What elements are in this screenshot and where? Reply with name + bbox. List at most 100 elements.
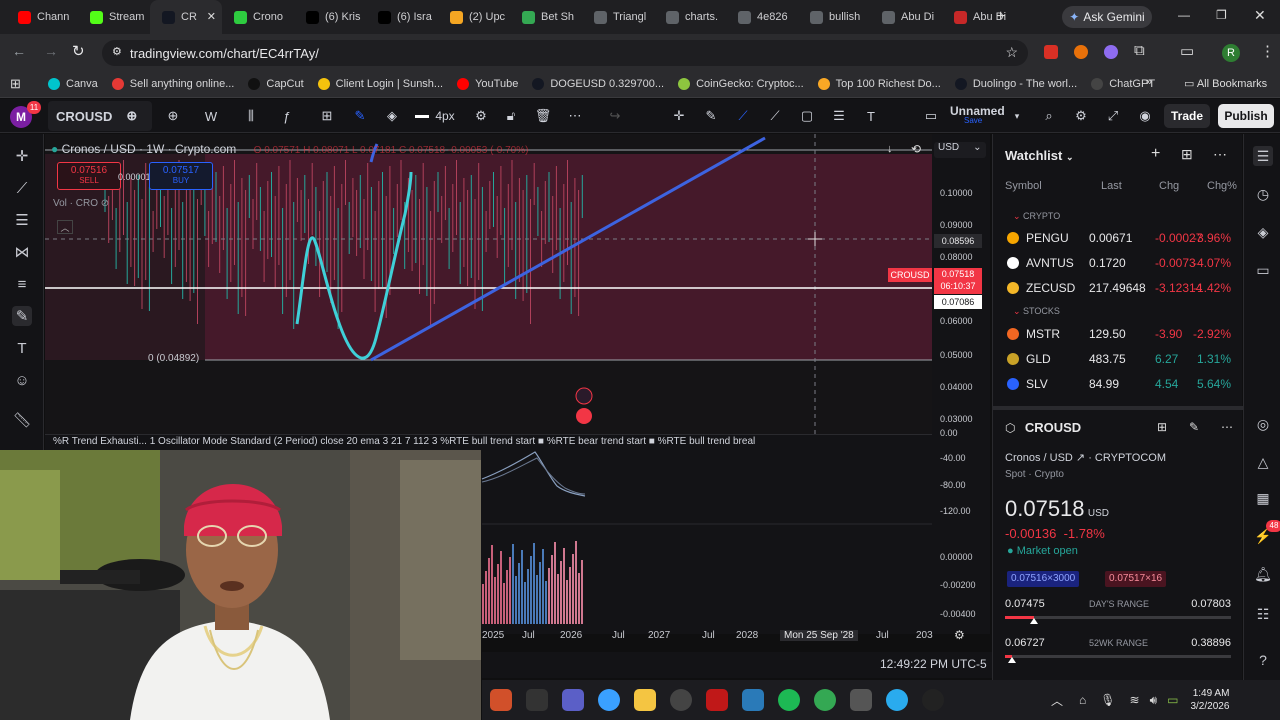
- bookmark-item[interactable]: Top 100 Richest Do...: [817, 77, 941, 90]
- tray-wifi-icon[interactable]: ≋: [1130, 693, 1140, 707]
- watchlist-icon[interactable]: ☰: [1253, 146, 1273, 166]
- buy-button[interactable]: 0.07517 BUY: [149, 162, 213, 190]
- brush-tool-icon[interactable]: ✎: [700, 99, 722, 133]
- apps-grid-icon[interactable]: ⊞: [10, 76, 21, 92]
- interval-button[interactable]: W: [198, 99, 224, 133]
- extensions-puzzle-icon[interactable]: ⧉: [1134, 42, 1145, 59]
- url-bar[interactable]: ⚙ tradingview.com/chart/EC4rrTAy/ ☆: [102, 40, 1028, 66]
- watchlist-row[interactable]: PENGU 0.00671 -0.00027 -3.96%: [993, 226, 1243, 250]
- chat-icon[interactable]: ▭: [1253, 260, 1273, 280]
- redo-icon[interactable]: ↪: [604, 99, 626, 133]
- browser-tab[interactable]: charts.: [654, 0, 726, 34]
- collapse-legend-icon[interactable]: ︿: [57, 220, 73, 234]
- trendline-icon[interactable]: ⟋: [12, 178, 32, 198]
- time-axis[interactable]: 2025 Jul 2026 Jul 2027 Jul 2028 Mon 25 Sep '28 J…: [482, 626, 990, 644]
- add-symbol-icon[interactable]: +: [1151, 145, 1160, 163]
- tray-mic-icon[interactable]: 🎙︎: [1100, 693, 1115, 707]
- browser-tab[interactable]: Bet Sh: [510, 0, 582, 34]
- sidepanel-icon[interactable]: ▭: [1180, 42, 1194, 60]
- bookmark-item[interactable]: Client Login | Sunsh...: [317, 77, 443, 90]
- sync-icon[interactable]: ⟲: [911, 142, 921, 156]
- text-tool-icon[interactable]: T: [860, 99, 882, 133]
- browser-tab[interactable]: (2) Upc: [438, 0, 510, 34]
- watchlist-more-icon[interactable]: ⋯: [1213, 146, 1227, 163]
- watchlist-row[interactable]: GLD 483.75 6.27 1.31%: [993, 347, 1243, 371]
- time-axis-settings-icon[interactable]: ⚙: [954, 628, 965, 642]
- text-icon[interactable]: T: [12, 338, 32, 358]
- utc-clock[interactable]: 12:49:22 PM UTC-5: [880, 657, 987, 671]
- layers-icon[interactable]: ◈: [1253, 222, 1273, 242]
- bookmark-item[interactable]: Sell anything online...: [111, 77, 234, 90]
- widgets-icon[interactable]: [490, 689, 512, 711]
- lines-icon[interactable]: ☰: [12, 210, 32, 230]
- browser-tab[interactable]: (6) Kris: [294, 0, 366, 34]
- eye-off-icon[interactable]: ⊘: [101, 198, 109, 209]
- ask-badge[interactable]: 0.07517×16: [1105, 571, 1167, 587]
- pen-tool-icon[interactable]: ✎: [348, 99, 372, 133]
- dell-icon[interactable]: [670, 689, 692, 711]
- us-flag-event-icon[interactable]: [576, 408, 592, 424]
- scroll-to-latest-icon[interactable]: ↓: [887, 143, 893, 155]
- extension-red-icon[interactable]: [1044, 45, 1058, 59]
- close-tab-icon[interactable]: ✕: [207, 10, 216, 23]
- all-bookmarks-link[interactable]: ▭ All Bookmarks: [1184, 77, 1267, 90]
- publish-button[interactable]: Publish: [1218, 104, 1274, 128]
- chrome-icon[interactable]: [814, 689, 836, 711]
- symbol-search-button[interactable]: CROUSD ⊕: [48, 101, 152, 131]
- watchlist-row[interactable]: SLV 84.99 4.54 5.64%: [993, 372, 1243, 396]
- browser-tab[interactable]: Crono: [222, 0, 294, 34]
- close-window-button[interactable]: ✕: [1254, 7, 1266, 24]
- ideas-icon[interactable]: △: [1253, 452, 1273, 472]
- lock-icon[interactable]: 🔓︎: [500, 99, 522, 133]
- file-explorer-icon[interactable]: [634, 689, 656, 711]
- watchlist-row[interactable]: AVNTUS 0.1720 -0.0073 -4.07%: [993, 251, 1243, 275]
- price-chart[interactable]: ● Cronos / USD · 1W · Crypto.com O 0.075…: [45, 134, 932, 434]
- tray-network-icon[interactable]: ⌂: [1079, 693, 1086, 707]
- bookmark-item[interactable]: Duolingo - The worl...: [954, 77, 1077, 90]
- advanced-view-icon[interactable]: ⊞: [1181, 146, 1193, 163]
- pattern-icon[interactable]: ⋈: [12, 242, 32, 262]
- section-crypto[interactable]: ⌄ CRYPTO: [1013, 211, 1060, 222]
- flash-event-icon[interactable]: [575, 387, 593, 405]
- target-icon[interactable]: ◎: [1253, 414, 1273, 434]
- forward-icon[interactable]: →: [44, 43, 58, 59]
- header-last[interactable]: Last: [1101, 180, 1122, 192]
- more-bookmarks-icon[interactable]: »: [1146, 76, 1152, 88]
- browser-tab[interactable]: bullish: [798, 0, 870, 34]
- calculator-icon[interactable]: [850, 689, 872, 711]
- bar-style-icon[interactable]: ⫼: [240, 99, 262, 133]
- task-view-icon[interactable]: [526, 689, 548, 711]
- bid-badge[interactable]: 0.07516×3000: [1007, 571, 1080, 587]
- extension-orange-icon[interactable]: [1074, 45, 1088, 59]
- rectangle-tool-icon[interactable]: ▢: [796, 99, 818, 133]
- site-info-icon[interactable]: ⚙: [112, 45, 122, 58]
- back-icon[interactable]: ←: [12, 43, 26, 59]
- help-icon[interactable]: ?: [1253, 650, 1273, 670]
- browser-tab[interactable]: 4e826: [726, 0, 798, 34]
- templates-icon[interactable]: ⊞: [316, 99, 338, 133]
- ask-gemini-button[interactable]: ✦ Ask Gemini: [1062, 6, 1152, 28]
- emoji-icon[interactable]: ☺: [12, 370, 32, 390]
- bookmark-item[interactable]: CoinGecko: Cryptoc...: [678, 77, 804, 90]
- legend-title[interactable]: Cronos / USD · 1W · Crypto.com: [62, 142, 237, 156]
- watchlist-title[interactable]: Watchlist ⌄: [1005, 148, 1073, 163]
- fib-icon[interactable]: ≡: [12, 274, 32, 294]
- browser-tab[interactable]: (6) Isra: [366, 0, 438, 34]
- tray-battery-icon[interactable]: ▭: [1167, 693, 1178, 707]
- browser-tab[interactable]: Triangl: [582, 0, 654, 34]
- more-icon[interactable]: ⋯: [564, 99, 586, 133]
- browser-tab[interactable]: Abu Di: [870, 0, 942, 34]
- browser-tab[interactable]: Chann: [6, 0, 78, 34]
- add-symbol-button[interactable]: ⊕: [162, 99, 184, 133]
- maximize-button[interactable]: ❐: [1216, 8, 1227, 22]
- details-edit-icon[interactable]: ✎: [1189, 420, 1199, 434]
- bookmark-item[interactable]: YouTube: [457, 77, 518, 90]
- bookmark-star-icon[interactable]: ☆: [1005, 44, 1018, 61]
- minimize-button[interactable]: —: [1178, 8, 1190, 22]
- browser-tab[interactable]: CR ✕: [150, 0, 222, 34]
- layout-icon[interactable]: ▭: [920, 99, 942, 133]
- chart-settings-icon[interactable]: ⚙: [1070, 99, 1092, 133]
- details-grid-icon[interactable]: ⊞: [1157, 420, 1167, 434]
- tray-volume-icon[interactable]: 🔊︎: [1150, 693, 1158, 708]
- fib-tool-icon[interactable]: ☰: [828, 99, 850, 133]
